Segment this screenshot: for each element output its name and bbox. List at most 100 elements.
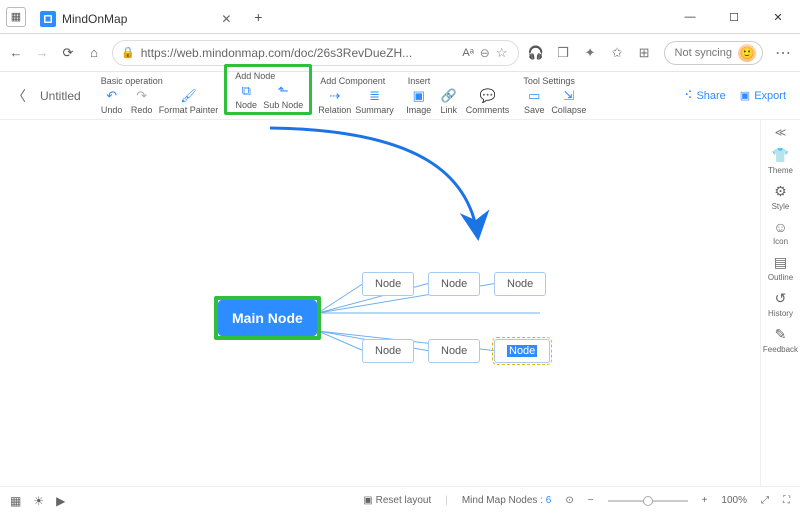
favorite-icon[interactable]: ☆ — [496, 45, 508, 61]
insert-comments-button[interactable]: 💬Comments — [466, 88, 510, 115]
collapse-button[interactable]: ⇲Collapse — [551, 88, 586, 115]
nav-buttons: ← → ⟳ ⌂ — [8, 45, 102, 61]
share-icon: ⠪ — [684, 89, 692, 102]
home-button[interactable]: ⌂ — [86, 45, 102, 61]
minimize-button[interactable]: — — [668, 0, 712, 34]
collapse-sidepanel-icon[interactable]: ≪ — [775, 126, 787, 139]
zoom-in-button[interactable]: + — [702, 495, 708, 506]
node-count-label: Mind Map Nodes : 6 — [462, 495, 552, 506]
back-to-files-icon[interactable]: 〈 — [12, 86, 26, 106]
close-window-button[interactable]: ✕ — [756, 0, 800, 34]
group-title-tool-settings: Tool Settings — [521, 72, 586, 86]
browser-address-bar: ← → ⟳ ⌂ 🔒 https://web.mindonmap.com/doc/… — [0, 34, 800, 72]
new-tab-button[interactable]: + — [247, 6, 269, 28]
icon-icon: ☺ — [773, 219, 787, 235]
zoom-percent[interactable]: 100% — [721, 495, 747, 506]
insert-link-button[interactable]: 🔗Link — [436, 88, 462, 115]
profile-sync-pill[interactable]: Not syncing 🙂 — [664, 41, 763, 65]
side-history[interactable]: ↺History — [768, 290, 793, 318]
favorites-icon[interactable]: ✩ — [610, 45, 625, 60]
undo-button[interactable]: ↶Undo — [99, 88, 125, 115]
headphones-icon[interactable]: 🎧 — [529, 45, 544, 60]
group-add-component: Add Component ⇢Relation ≣Summary — [312, 72, 400, 115]
collections-icon[interactable]: ⊞ — [637, 45, 652, 60]
relation-button[interactable]: ⇢Relation — [318, 88, 351, 115]
address-input[interactable]: 🔒 https://web.mindonmap.com/doc/26s3RevD… — [112, 40, 519, 66]
text-size-icon[interactable]: Aᵃ — [462, 47, 473, 59]
tab-actions-icon[interactable]: ▦ — [6, 7, 26, 27]
child-node-r1c1[interactable]: Node — [362, 272, 414, 296]
group-title-add-component: Add Component — [318, 72, 394, 86]
export-button[interactable]: ▣Export — [740, 89, 786, 102]
summary-button[interactable]: ≣Summary — [355, 88, 394, 115]
window-controls: — ☐ ✕ — [668, 0, 800, 33]
toolbar-left: 〈 Untitled — [0, 72, 93, 119]
grid-icon[interactable]: ▦ — [10, 494, 21, 508]
insert-image-button[interactable]: ▣Image — [406, 88, 432, 115]
locate-icon[interactable]: ⊙ — [565, 495, 573, 506]
format-painter-button[interactable]: 🖌Format Painter — [159, 88, 219, 115]
side-feedback[interactable]: ✎Feedback — [763, 326, 798, 354]
export-icon: ▣ — [740, 89, 750, 102]
refresh-button[interactable]: ⟳ — [60, 45, 76, 61]
feedback-icon: ✎ — [775, 326, 787, 343]
child-node-r2c1[interactable]: Node — [362, 339, 414, 363]
doc-title[interactable]: Untitled — [40, 89, 81, 103]
more-menu-icon[interactable]: ⋯ — [775, 43, 792, 63]
lock-icon: 🔒 — [121, 46, 135, 59]
tab-title: MindOnMap — [62, 12, 127, 26]
fullscreen-icon[interactable]: ⛶ — [783, 495, 790, 506]
theme-icon: 👕 — [772, 147, 789, 164]
maximize-button[interactable]: ☐ — [712, 0, 756, 34]
browser-titlebar: ▦ MindOnMap ✕ + — ☐ ✕ — [0, 0, 800, 34]
avatar: 🙂 — [738, 44, 756, 62]
status-right: ▣Reset layout | Mind Map Nodes : 6 ⊙ − +… — [363, 495, 790, 506]
add-subnode-button[interactable]: ⬑Sub Node — [263, 83, 303, 110]
add-node-button[interactable]: ⧉Node — [233, 83, 259, 110]
group-add-node: Add Node ⧉Node ⬑Sub Node — [224, 64, 312, 115]
outline-icon: ▤ — [774, 254, 787, 271]
url-text: https://web.mindonmap.com/doc/26s3RevDue… — [141, 46, 457, 60]
sync-label: Not syncing — [675, 47, 732, 59]
main-node-highlight: Main Node — [214, 296, 321, 340]
address-right-icons: 🎧 ❒ ✦ ✩ ⊞ Not syncing 🙂 ⋯ — [529, 41, 792, 65]
group-tool-settings: Tool Settings ▭Save ⇲Collapse — [515, 72, 592, 115]
forward-button[interactable]: → — [34, 45, 50, 61]
side-icon[interactable]: ☺Icon — [773, 219, 788, 246]
group-basic-operation: Basic operation ↶Undo ↷Redo 🖌Format Pain… — [93, 72, 225, 115]
history-icon: ↺ — [775, 290, 787, 307]
side-outline[interactable]: ▤Outline — [768, 254, 793, 282]
right-sidepanel: ≪ 👕Theme ⚙Style ☺Icon ▤Outline ↺History … — [760, 120, 800, 486]
connectors-overlay — [0, 120, 760, 486]
child-node-r1c2[interactable]: Node — [428, 272, 480, 296]
back-button[interactable]: ← — [8, 45, 24, 61]
toolbar-groups: Basic operation ↶Undo ↷Redo 🖌Format Pain… — [93, 72, 593, 119]
share-button[interactable]: ⠪Share — [684, 89, 725, 102]
side-style[interactable]: ⚙Style — [772, 183, 790, 211]
tab-close-icon[interactable]: ✕ — [219, 12, 233, 26]
zoom-out-button[interactable]: − — [588, 495, 594, 506]
save-button[interactable]: ▭Save — [521, 88, 547, 115]
child-node-r1c3[interactable]: Node — [494, 272, 546, 296]
main-area: Main Node Node Node Node Node Node Node … — [0, 120, 800, 486]
canvas[interactable]: Main Node Node Node Node Node Node Node — [0, 120, 760, 486]
present-icon[interactable]: ▶ — [56, 494, 65, 508]
tab-strip: ▦ MindOnMap ✕ + — [0, 0, 668, 33]
child-node-r2c3-selected[interactable]: Node — [494, 339, 550, 363]
zoom-slider[interactable] — [608, 500, 688, 502]
theme-toggle-icon[interactable]: ☀ — [33, 494, 44, 508]
fit-icon[interactable]: ⤢ — [761, 495, 769, 506]
group-title-insert: Insert — [406, 72, 510, 86]
zoom-out-icon[interactable]: ⊖ — [480, 46, 490, 60]
child-node-r2c2[interactable]: Node — [428, 339, 480, 363]
reset-layout-button[interactable]: ▣Reset layout — [363, 495, 431, 506]
tab-current[interactable]: MindOnMap ✕ — [30, 5, 243, 33]
favicon-mindonmap — [40, 11, 56, 27]
redo-button[interactable]: ↷Redo — [129, 88, 155, 115]
extensions-icon[interactable]: ✦ — [583, 45, 598, 60]
side-theme[interactable]: 👕Theme — [768, 147, 793, 175]
main-node[interactable]: Main Node — [218, 300, 317, 336]
cube-icon[interactable]: ❒ — [556, 45, 571, 60]
style-icon: ⚙ — [774, 183, 787, 200]
group-insert: Insert ▣Image 🔗Link 💬Comments — [400, 72, 516, 115]
